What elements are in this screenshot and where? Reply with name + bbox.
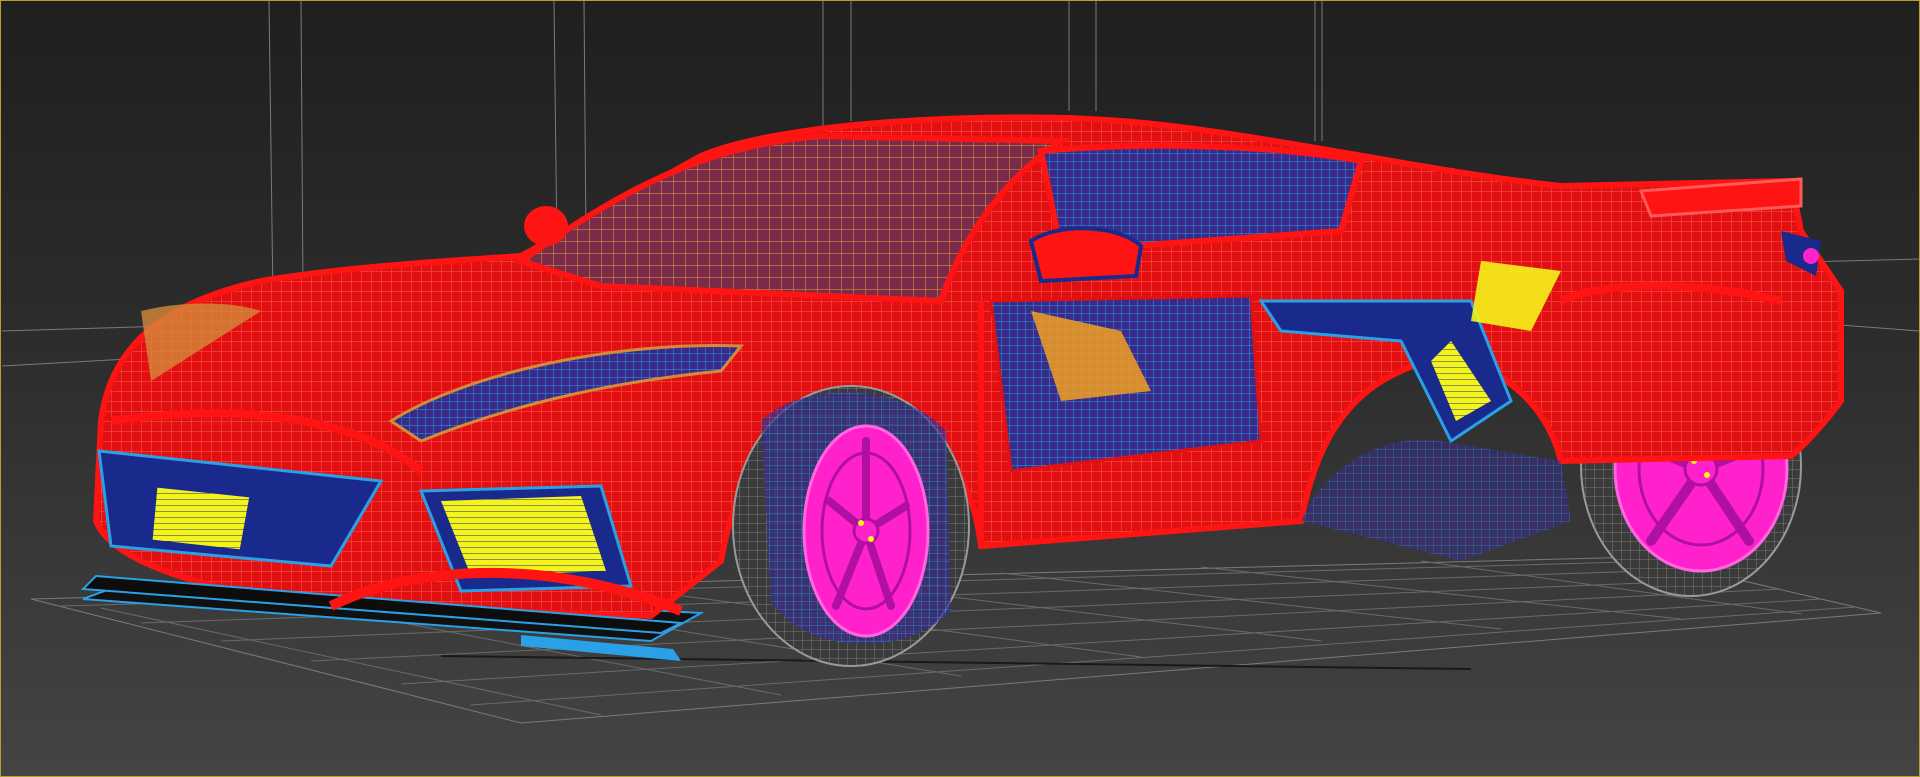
front-wheel: [732, 385, 970, 667]
3d-viewport[interactable]: [0, 0, 1920, 777]
viewport-scene[interactable]: [1, 1, 1920, 777]
